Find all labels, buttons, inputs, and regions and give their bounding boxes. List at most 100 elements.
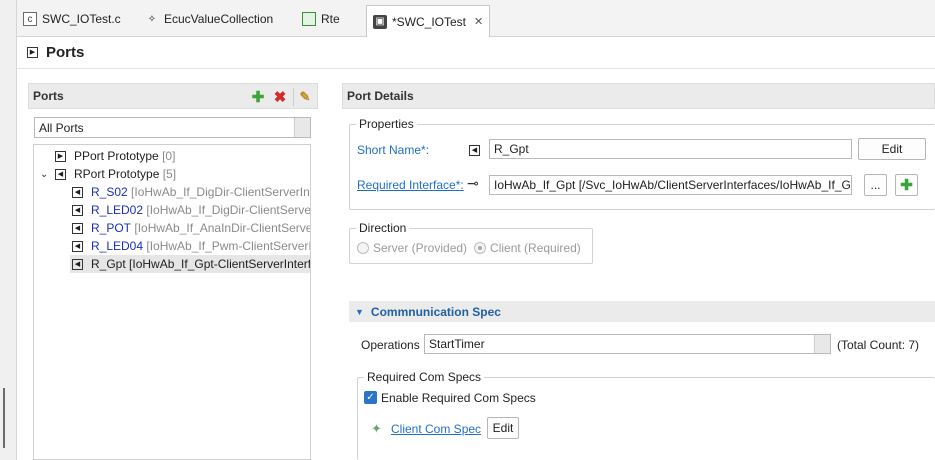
client-com-spec-link[interactable]: Client Com Spec [391, 422, 481, 436]
add-port-icon[interactable]: ✚ [249, 88, 267, 106]
required-com-specs-legend: Required Com Specs [364, 370, 485, 384]
direction-legend: Direction [356, 221, 410, 235]
dropdown-button[interactable] [294, 118, 310, 137]
tree-node-label: RPort Prototype [74, 167, 160, 181]
button-label: Edit [881, 142, 903, 156]
port-icon: ▶ [27, 47, 38, 58]
port-interface: [IoHwAb_If_Pwm-ClientServerIn [146, 239, 311, 253]
rport-icon: ◀ [72, 186, 83, 198]
tab-label: EcucValueCollection [164, 12, 274, 26]
operations-dropdown[interactable]: StartTimer [424, 334, 831, 354]
rport-icon: ◀ [469, 145, 480, 156]
chevron-down-icon[interactable]: ⌄ [40, 169, 52, 180]
pport-icon: ▶ [55, 150, 66, 162]
properties-group: Properties [349, 117, 935, 210]
tab-ecuc-value-collection[interactable]: ✧ EcucValueCollection [145, 6, 273, 32]
port-details-header: Port Details [342, 83, 935, 109]
required-interface-input[interactable]: IoHwAb_If_Gpt [/Svc_IoHwAb/ClientServerI… [489, 175, 852, 195]
tree-node-count: [5] [162, 167, 177, 181]
enable-required-com-specs-checkbox[interactable]: ✓ [364, 391, 377, 404]
communication-spec-title: Commnunication Spec [370, 304, 501, 319]
swc-icon: ▣ [373, 14, 387, 29]
tab-swc-iotest[interactable]: ▣ *SWC_IOTest ✕ [366, 5, 491, 37]
rport-icon: ◀ [72, 258, 83, 270]
port-details-title: Port Details [347, 89, 414, 103]
tree-node-rport[interactable]: ⌄ ◀ RPort Prototype [5] [40, 165, 176, 183]
rport-icon: ◀ [72, 240, 83, 252]
close-icon[interactable]: ✕ [474, 15, 483, 28]
radio-server[interactable] [357, 242, 369, 254]
radio-server-label: Server (Provided) [373, 241, 468, 255]
browse-interface-button[interactable]: ... [864, 174, 887, 196]
radio-client[interactable] [474, 242, 487, 254]
ports-panel-title: Ports [33, 89, 64, 103]
button-label: Edit [492, 421, 514, 435]
communication-spec-section[interactable]: ▼ Commnunication Spec [349, 301, 935, 322]
tab-label: Rte [321, 12, 340, 26]
port-name: R_LED04 [91, 239, 144, 253]
edit-client-com-spec-button[interactable]: Edit [487, 417, 519, 439]
ports-panel: Ports ✚ ✖ ✎ All Ports ▶ PPort Prototype … [28, 83, 318, 460]
port-interface: [IoHwAb_If_DigDir-ClientServerInt [131, 185, 311, 199]
c-file-icon: c [23, 12, 37, 26]
dropdown-button[interactable] [814, 335, 830, 353]
ports-panel-header: Ports ✚ ✖ ✎ [28, 83, 318, 109]
properties-legend: Properties [356, 117, 417, 131]
editor-gutter [0, 0, 17, 460]
page-header: ▶ Ports [17, 37, 935, 69]
tree-item-r-s02[interactable]: ◀ R_S02 [IoHwAb_If_DigDir-ClientServerIn… [72, 183, 311, 201]
short-name-label: Short Name*: [357, 143, 430, 157]
tree-item-r-led04[interactable]: ◀ R_LED04 [IoHwAb_If_Pwm-ClientServerIn [72, 237, 311, 255]
short-name-value: R_Gpt [494, 142, 529, 156]
operations-label: Operations [361, 338, 420, 352]
port-name: R_Gpt [91, 257, 126, 271]
tab-label: SWC_IOTest.c [42, 12, 121, 26]
rte-icon [302, 12, 316, 26]
tab-label: *SWC_IOTest [392, 14, 467, 29]
add-interface-button[interactable]: ✚ [895, 174, 918, 196]
tree-item-r-led02[interactable]: ◀ R_LED02 [IoHwAb_If_DigDir-ClientServer [72, 201, 311, 219]
enable-required-com-specs-label: Enable Required Com Specs [381, 391, 536, 405]
port-interface: [IoHwAb_If_AnaInDir-ClientServer [134, 221, 311, 235]
tab-rte[interactable]: Rte [302, 6, 340, 32]
caret-down-icon[interactable]: ▼ [355, 307, 364, 317]
delete-port-icon[interactable]: ✖ [271, 88, 289, 106]
editor-tab-bar: c SWC_IOTest.c ✧ EcucValueCollection Rte… [17, 0, 935, 37]
port-filter-value: All Ports [39, 120, 84, 135]
button-label: ... [870, 178, 881, 192]
ports-tree: ▶ PPort Prototype [0] ⌄ ◀ RPort Prototyp… [33, 144, 311, 460]
tree-node-pport[interactable]: ▶ PPort Prototype [0] [40, 147, 175, 165]
direction-options: Server (Provided) Client (Required) [357, 241, 581, 255]
gutter-scroll-marker [3, 388, 5, 448]
port-name: R_S02 [91, 185, 128, 199]
port-filter-dropdown[interactable]: All Ports [34, 117, 311, 138]
operations-value: StartTimer [429, 337, 485, 351]
direction-group: Direction Server (Provided) Client (Requ… [349, 221, 593, 264]
total-count: (Total Count: 7) [837, 338, 920, 352]
port-interface: [IoHwAb_If_DigDir-ClientServer [146, 203, 311, 217]
page-title: Ports [46, 44, 85, 61]
rport-icon: ◀ [72, 222, 83, 234]
tab-swc-iotest-c[interactable]: c SWC_IOTest.c [23, 6, 121, 32]
tree-item-r-gpt[interactable]: ◀ R_Gpt [IoHwAb_If_Gpt-ClientServerInter… [70, 255, 311, 273]
client-com-spec-icon: ✦ [371, 421, 382, 436]
short-name-input[interactable]: R_Gpt [489, 139, 852, 159]
ports-toolbar: ✚ ✖ ✎ [245, 88, 311, 106]
edit-short-name-button[interactable]: Edit [858, 138, 926, 160]
required-interface-link[interactable]: Required Interface*: [357, 178, 464, 192]
required-com-specs-group: Required Com Specs [357, 370, 935, 460]
edit-port-icon[interactable]: ✎ [293, 88, 311, 106]
radio-client-label: Client (Required) [490, 241, 581, 255]
port-name: R_LED02 [91, 203, 144, 217]
rport-icon: ◀ [55, 168, 66, 180]
plus-icon: ✚ [900, 177, 913, 194]
tree-node-label: PPort Prototype [74, 149, 159, 163]
port-interface: [IoHwAb_If_Gpt-ClientServerInterfa [129, 257, 311, 271]
tree-item-r-pot[interactable]: ◀ R_POT [IoHwAb_If_AnaInDir-ClientServer [72, 219, 311, 237]
port-name: R_POT [91, 221, 132, 235]
required-interface-icon: ⊸ [467, 175, 479, 191]
tree-node-count: [0] [162, 149, 176, 163]
rport-icon: ◀ [72, 204, 83, 216]
ecuc-icon: ✧ [147, 13, 157, 25]
required-interface-value: IoHwAb_If_Gpt [/Svc_IoHwAb/ClientServerI… [494, 178, 852, 192]
